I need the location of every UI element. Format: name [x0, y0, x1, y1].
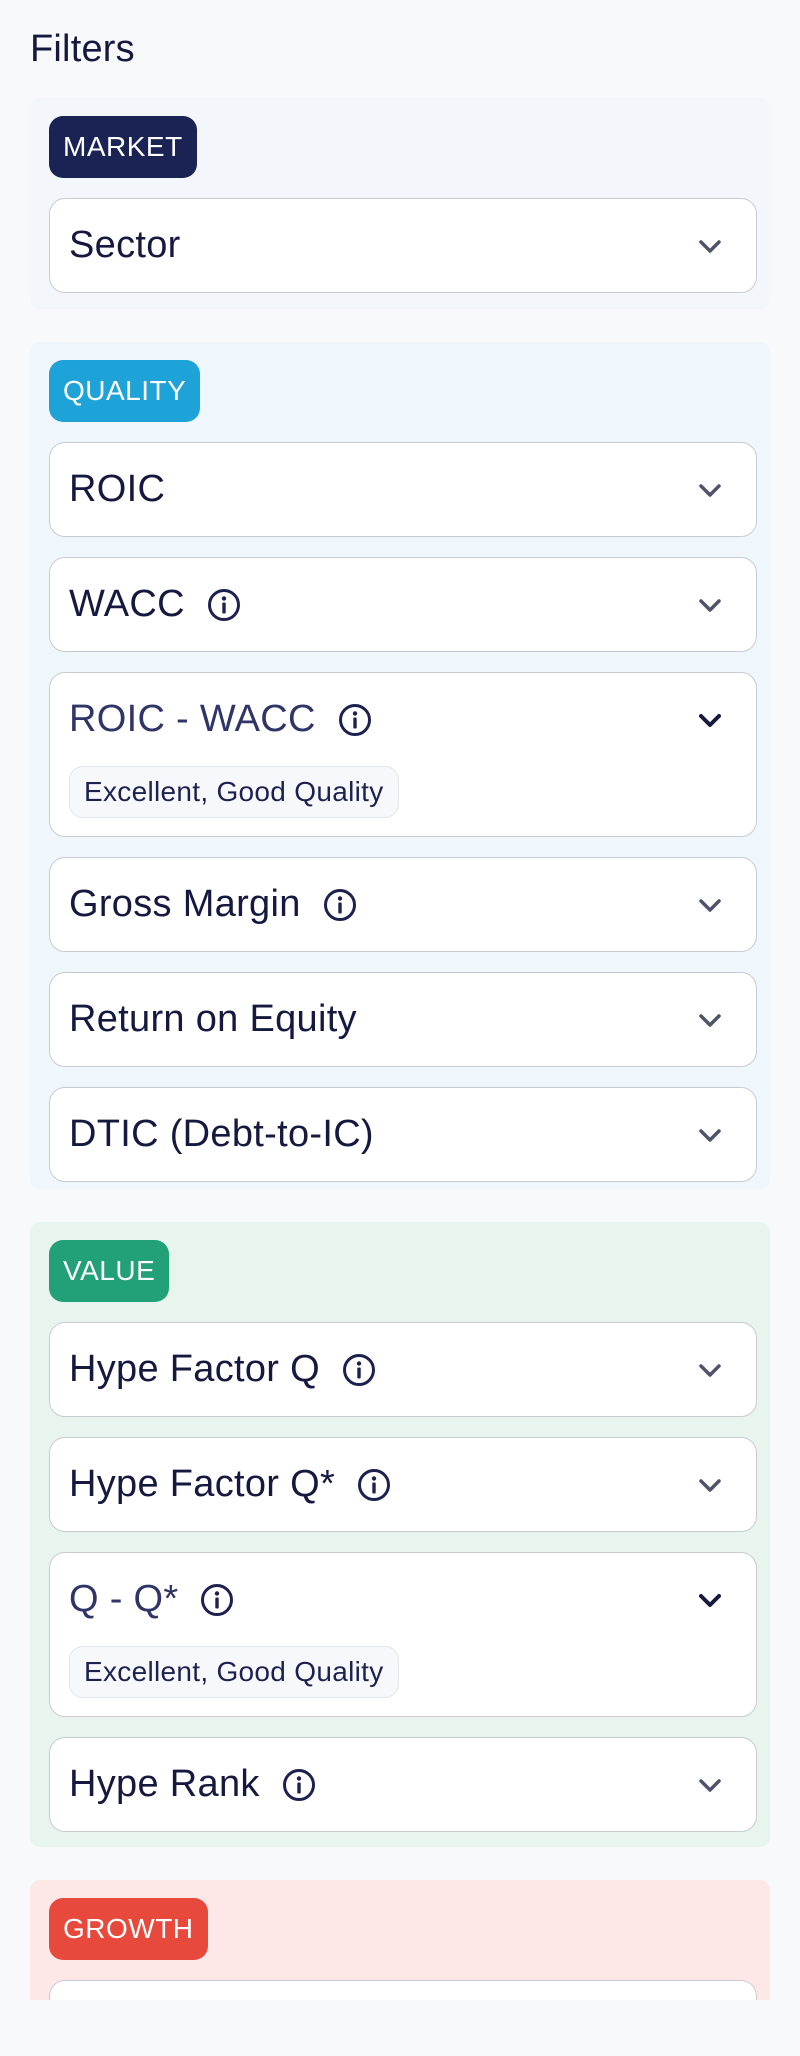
chevron-down-icon	[699, 714, 721, 727]
hype-factor-q-star-dropdown[interactable]: Hype Factor Q*	[49, 1437, 757, 1532]
chevron-down-icon	[699, 1129, 721, 1142]
info-circle-icon[interactable]	[282, 1768, 316, 1802]
filters-panel: Filters MARKET Sector QUALITY ROIC WACC	[0, 0, 800, 2056]
growth-first-dropdown[interactable]	[49, 1980, 757, 2000]
info-circle-icon[interactable]	[323, 888, 357, 922]
info-circle-icon[interactable]	[357, 1468, 391, 1502]
roic-wacc-dropdown[interactable]: ROIC - WACC Excellent, Good Quality	[49, 672, 757, 837]
chevron-down-icon	[699, 899, 721, 912]
roic-dropdown[interactable]: ROIC	[49, 442, 757, 537]
chevron-down-icon	[699, 1014, 721, 1027]
value-group: VALUE Hype Factor Q Hype Factor Q* Q - Q…	[30, 1222, 770, 1847]
chevron-down-icon	[699, 1364, 721, 1377]
chevron-down-icon	[699, 1779, 721, 1792]
hype-factor-q-label: Hype Factor Q	[69, 1348, 320, 1390]
selected-value-chip[interactable]: Excellent, Good Quality	[69, 1646, 399, 1698]
quality-badge: QUALITY	[49, 360, 201, 422]
quality-group: QUALITY ROIC WACC ROIC - WACC Excellent,…	[30, 342, 770, 1189]
value-badge: VALUE	[49, 1240, 170, 1302]
filters-title: Filters	[30, 28, 135, 70]
hype-rank-dropdown[interactable]: Hype Rank	[49, 1737, 757, 1832]
growth-group: GROWTH	[30, 1880, 770, 2000]
chevron-down-icon	[699, 599, 721, 612]
growth-badge: GROWTH	[49, 1898, 208, 1960]
q-minus-q-star-dropdown[interactable]: Q - Q* Excellent, Good Quality	[49, 1552, 757, 1717]
chevron-down-icon	[699, 484, 721, 497]
roic-label: ROIC	[69, 468, 166, 510]
wacc-label: WACC	[69, 583, 185, 625]
selected-value-chip[interactable]: Excellent, Good Quality	[69, 766, 399, 818]
info-circle-icon[interactable]	[200, 1583, 234, 1617]
sector-dropdown[interactable]: Sector	[49, 198, 757, 293]
dtic-dropdown[interactable]: DTIC (Debt-to-IC)	[49, 1087, 757, 1182]
return-on-equity-dropdown[interactable]: Return on Equity	[49, 972, 757, 1067]
wacc-dropdown[interactable]: WACC	[49, 557, 757, 652]
info-circle-icon[interactable]	[207, 588, 241, 622]
info-circle-icon[interactable]	[338, 703, 372, 737]
return-on-equity-label: Return on Equity	[69, 998, 357, 1040]
chevron-down-icon	[699, 1594, 721, 1607]
hype-factor-q-star-label: Hype Factor Q*	[69, 1463, 336, 1505]
q-minus-q-star-label: Q - Q*	[69, 1578, 179, 1620]
chevron-down-icon	[699, 240, 721, 253]
roic-wacc-label: ROIC - WACC	[69, 698, 316, 740]
chevron-down-icon	[699, 1479, 721, 1492]
dtic-label: DTIC (Debt-to-IC)	[69, 1113, 374, 1155]
hype-factor-q-dropdown[interactable]: Hype Factor Q	[49, 1322, 757, 1417]
market-group: MARKET Sector	[30, 98, 770, 309]
sector-label: Sector	[69, 224, 181, 266]
market-badge: MARKET	[49, 116, 197, 178]
info-circle-icon[interactable]	[342, 1353, 376, 1387]
hype-rank-label: Hype Rank	[69, 1763, 260, 1805]
gross-margin-dropdown[interactable]: Gross Margin	[49, 857, 757, 952]
gross-margin-label: Gross Margin	[69, 883, 301, 925]
